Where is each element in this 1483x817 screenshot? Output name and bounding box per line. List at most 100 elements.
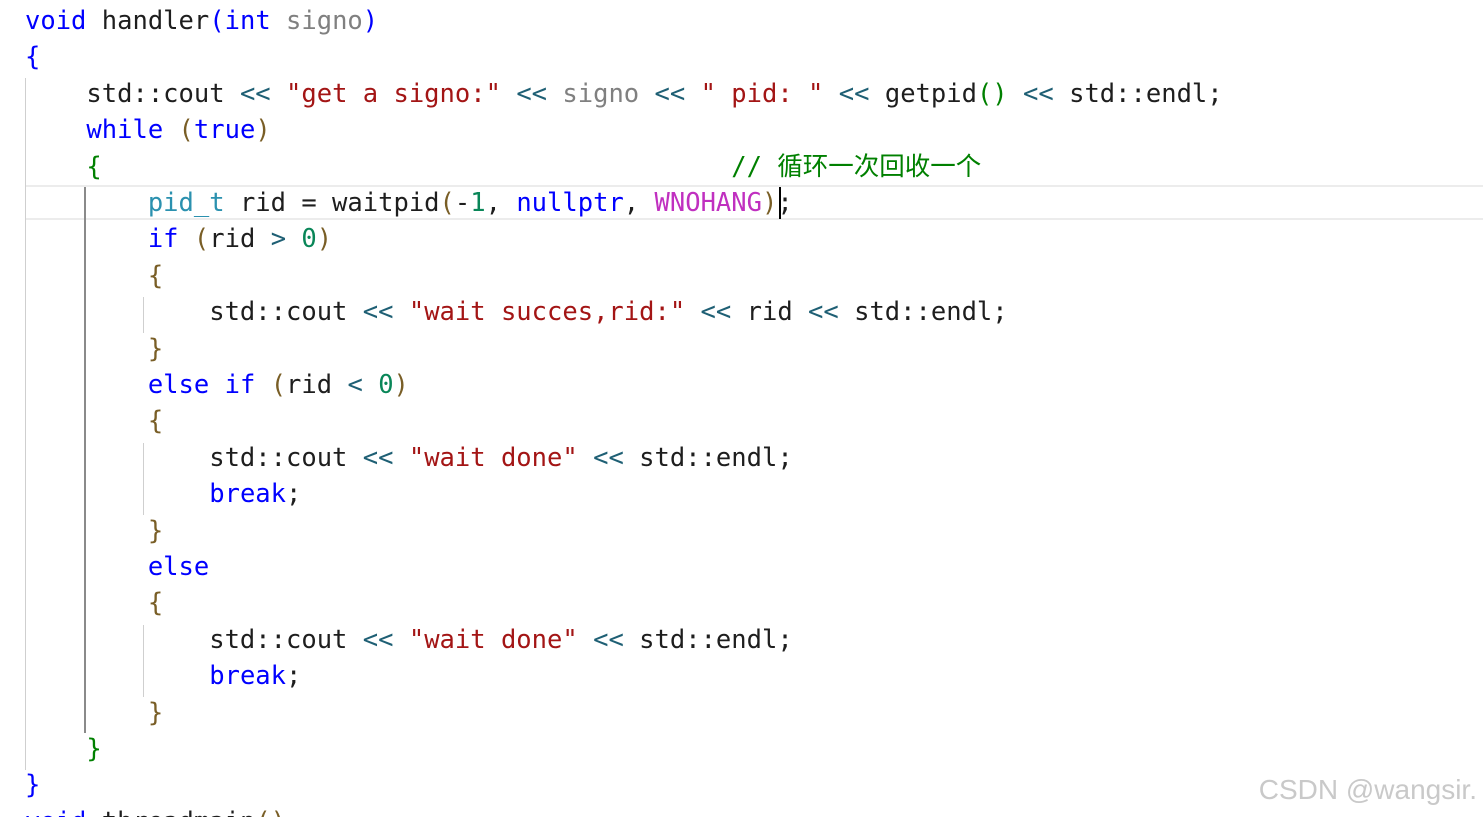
code-token-operator: << xyxy=(362,624,394,655)
code-token-type: pid_t xyxy=(147,188,225,218)
code-token-comment: 循环一次回收一个 xyxy=(777,151,982,182)
code-token-brace_inner: { xyxy=(147,406,164,437)
code-token-operator: << xyxy=(362,297,394,328)
code-line[interactable]: else xyxy=(25,549,209,585)
code-line[interactable]: void threadmain() xyxy=(25,804,286,817)
code-token-keyword: else xyxy=(147,552,210,582)
code-token-plain: rid xyxy=(286,370,348,400)
code-token-operator: << xyxy=(808,297,839,328)
code-token-brace_inner: { xyxy=(147,588,164,619)
code-token-brace_while: () xyxy=(976,78,1008,109)
code-line[interactable]: } xyxy=(25,731,102,767)
code-line[interactable]: } xyxy=(25,767,40,803)
code-editor[interactable]: void handler(int signo){ std::cout << "g… xyxy=(0,0,1483,817)
code-token-brace_inner: } xyxy=(147,515,164,546)
code-line[interactable]: else if (rid < 0) xyxy=(25,367,409,403)
code-line[interactable]: pid_t rid = waitpid(-1, nullptr, WNOHANG… xyxy=(25,185,793,221)
code-token-keyword: int xyxy=(224,6,271,36)
code-line[interactable]: } xyxy=(25,695,163,731)
code-token-operator: << xyxy=(239,78,271,109)
code-token-keyword: break xyxy=(209,661,286,692)
code-token-string: "wait succes,rid:" xyxy=(408,297,686,328)
code-line[interactable]: void handler(int signo) xyxy=(25,3,378,39)
code-token-brace_while: { xyxy=(86,151,102,182)
code-token-brace_inner: } xyxy=(147,333,164,364)
code-line[interactable]: if (rid > 0) xyxy=(25,221,332,257)
code-token-plain: rid = waitpid xyxy=(224,188,440,218)
watermark: CSDN @wangsir. xyxy=(1258,774,1477,805)
code-token-number: 1 xyxy=(470,188,486,218)
code-token-brace_inner: ( xyxy=(270,370,287,400)
code-line[interactable]: break; xyxy=(25,476,301,512)
code-line[interactable]: { xyxy=(25,39,40,75)
code-token-brace_inner: ) xyxy=(761,188,778,218)
code-token-keyword: nullptr xyxy=(516,188,624,218)
code-line[interactable]: std::cout << "wait succes,rid:" << rid <… xyxy=(25,294,1007,330)
code-token-keyword: void xyxy=(25,807,86,817)
code-line[interactable]: } xyxy=(25,513,163,549)
code-line[interactable]: std::cout << "wait done" << std::endl; xyxy=(25,440,792,476)
code-token-brace_inner: ( xyxy=(193,224,210,255)
code-token-brace_inner: ( xyxy=(439,188,455,218)
code-token-plain: std::endl; xyxy=(1053,78,1223,109)
code-token-operator: << xyxy=(593,624,624,655)
code-token-keyword: void xyxy=(25,6,87,36)
code-token-operator: < xyxy=(347,370,363,400)
code-token-brace_while: } xyxy=(86,734,102,764)
code-line[interactable]: std::cout << "wait done" << std::endl; xyxy=(25,622,792,658)
code-token-plain: std::cout xyxy=(25,297,363,328)
code-line[interactable]: { xyxy=(25,585,163,621)
code-token-brace_inner: } xyxy=(147,697,164,728)
code-line[interactable]: break; xyxy=(25,658,301,694)
code-line[interactable]: std::cout << "get a signo:" << signo << … xyxy=(25,76,1223,112)
code-token-plain: std::cout xyxy=(25,624,363,655)
code-token-operator: << xyxy=(593,442,624,473)
code-token-plain: , xyxy=(485,188,517,218)
code-token-keyword: true xyxy=(193,115,256,146)
code-line[interactable]: { // 循环一次回收一个 xyxy=(25,149,981,185)
code-token-plain: rid xyxy=(209,224,271,255)
code-token-brace_inner: ) xyxy=(393,370,409,400)
code-line[interactable]: } xyxy=(25,331,163,367)
code-line[interactable]: { xyxy=(25,403,163,439)
code-token-plain: rid xyxy=(731,297,809,328)
code-token-brace_inner: ( xyxy=(178,115,194,146)
code-token-operator: << xyxy=(1023,78,1054,109)
code-token-function: getpid xyxy=(869,78,977,109)
code-token-number: 0 xyxy=(378,370,394,400)
code-token-string: "get a signo:" xyxy=(286,78,501,109)
code-token-keyword: else xyxy=(147,370,210,400)
code-token-string: "wait done" xyxy=(408,624,578,655)
code-token-brace_inner: { xyxy=(147,260,164,291)
code-line[interactable]: while (true) xyxy=(25,112,270,148)
code-token-operator: > xyxy=(270,224,287,255)
code-token-plain: std::cout xyxy=(25,78,240,109)
code-line[interactable]: { xyxy=(25,258,163,294)
code-token-parameter: signo xyxy=(547,78,655,109)
code-token-brace_outer: ( xyxy=(209,6,225,36)
code-token-brace_inner: ) xyxy=(316,224,333,255)
